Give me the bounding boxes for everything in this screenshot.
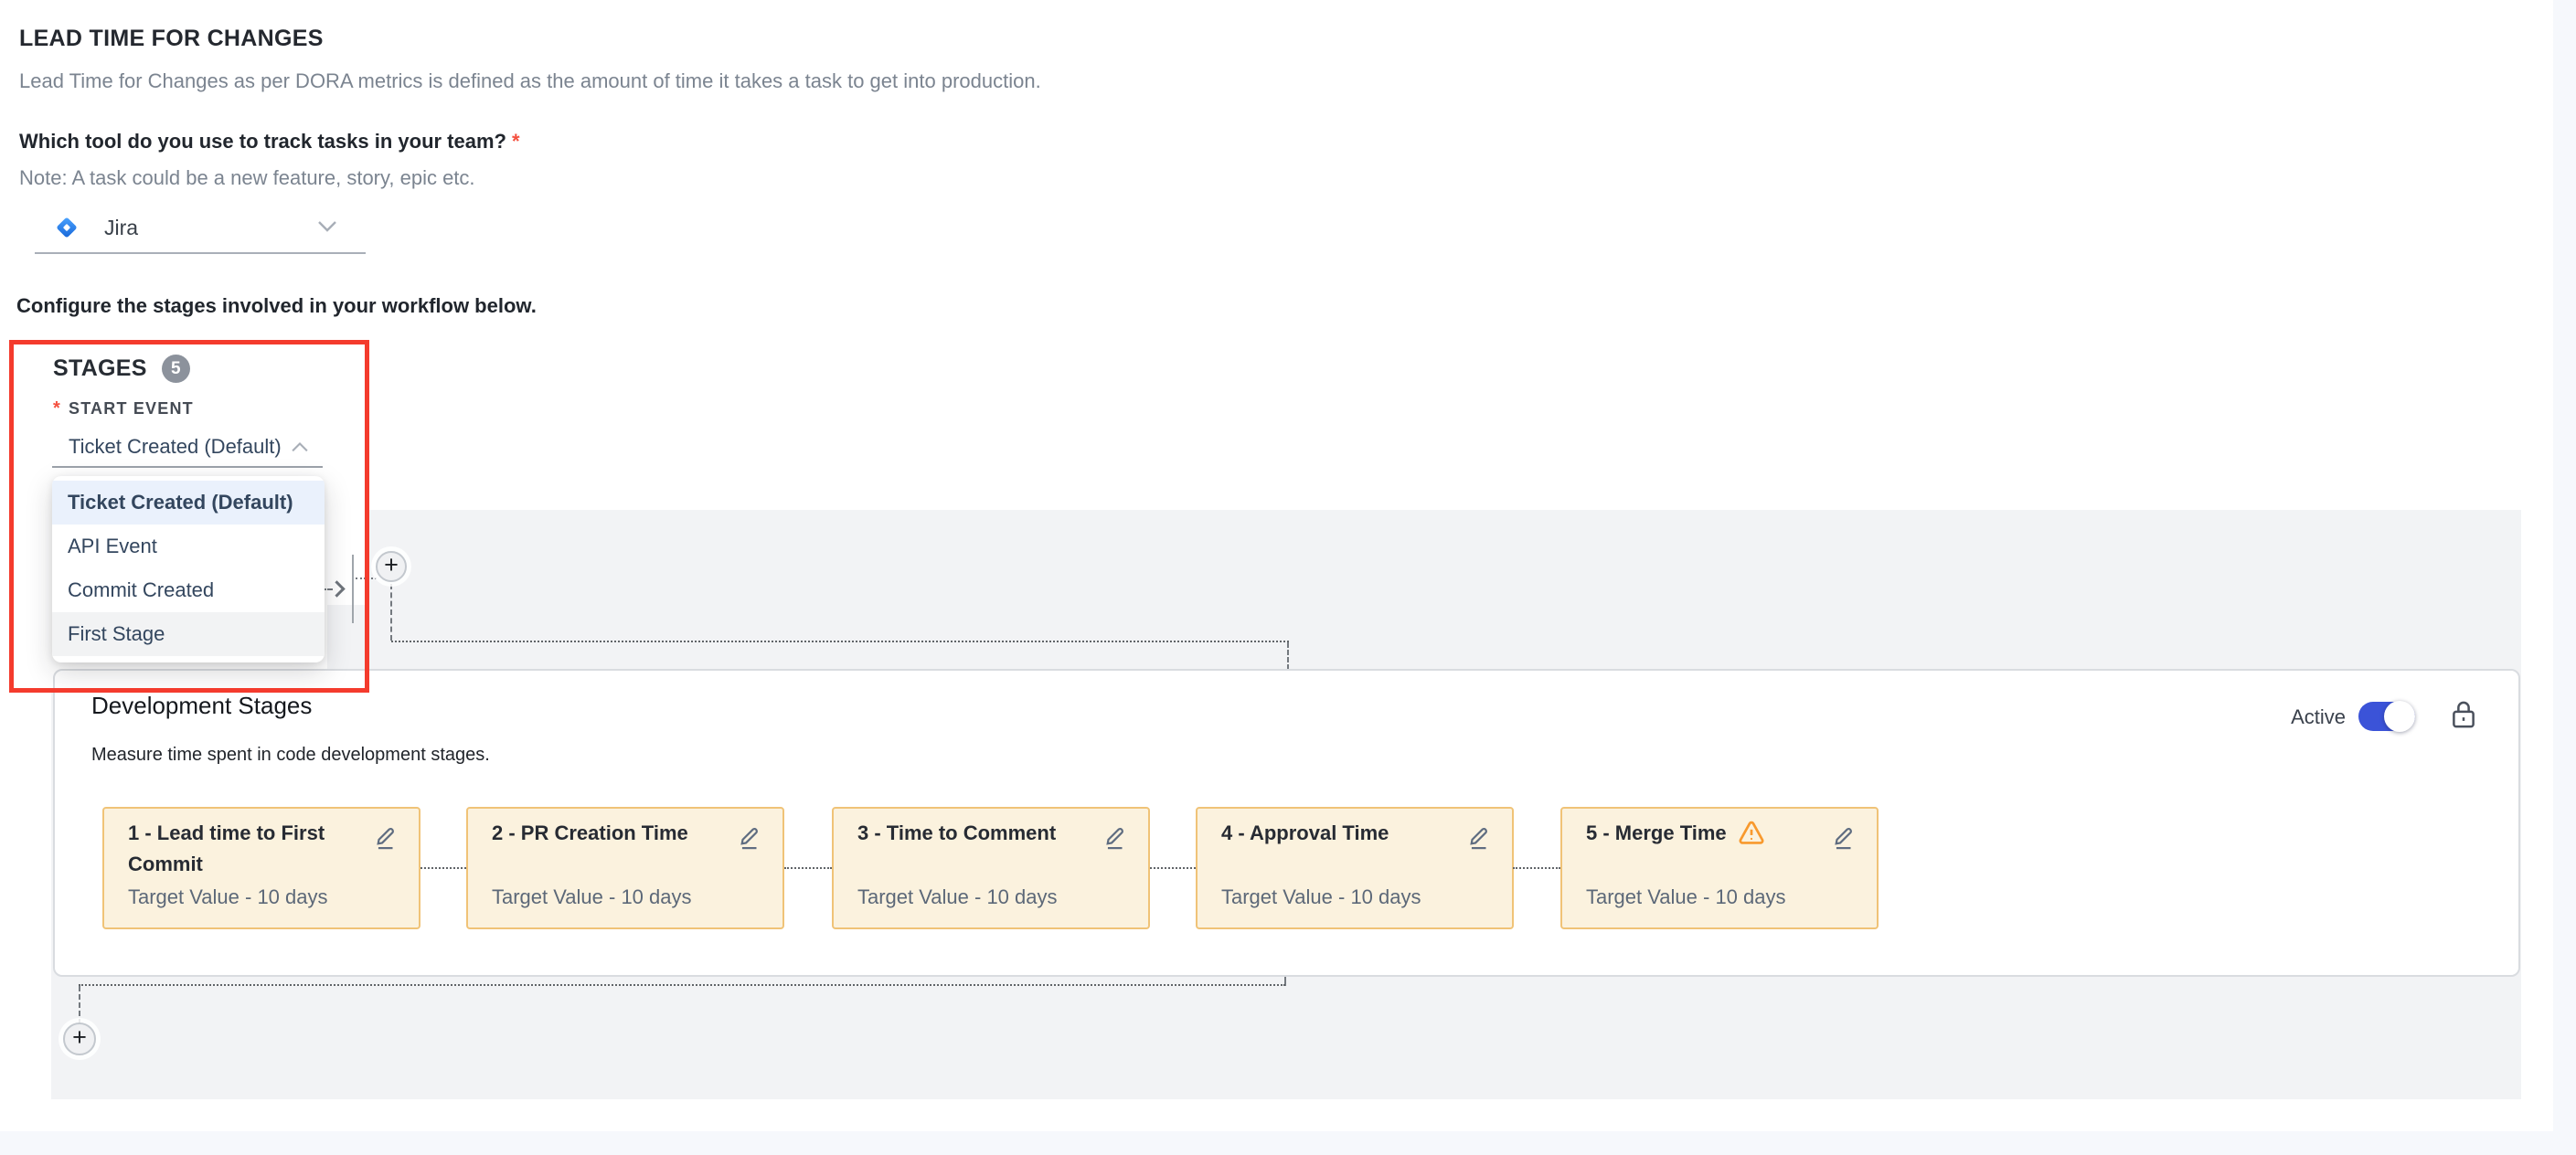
stage-card-target: Target Value - 10 days: [1221, 885, 1421, 909]
stage-card-target: Target Value - 10 days: [492, 885, 692, 909]
page-title: LEAD TIME FOR CHANGES: [19, 26, 324, 52]
add-stage-button-top[interactable]: +: [376, 551, 407, 582]
edit-icon[interactable]: [373, 823, 399, 851]
toggle-knob: [2384, 701, 2415, 732]
start-node-edge-line: [352, 555, 354, 623]
tool-question-label: Which tool do you use to track tasks in …: [19, 130, 520, 154]
stage-card-3[interactable]: 3 - Time to Comment Target Value - 10 da…: [832, 807, 1150, 929]
stage-card-title: 4 - Approval Time: [1221, 818, 1455, 849]
card-connector: [420, 867, 466, 869]
start-event-value: Ticket Created (Default): [69, 435, 282, 459]
connector-dotted-horizontal-top: [391, 641, 1289, 642]
start-event-label-text: START EVENT: [69, 399, 194, 418]
active-toggle[interactable]: [2358, 702, 2415, 731]
development-stages-heading: Development Stages: [91, 692, 312, 720]
tool-note: Note: A task could be a new feature, sto…: [19, 166, 475, 190]
development-stages-description: Measure time spent in code development s…: [91, 745, 490, 766]
stage-card-5[interactable]: 5 - Merge Time Target Value - 10 days: [1560, 807, 1879, 929]
stage-card-title: 5 - Merge Time: [1586, 818, 1820, 849]
stage-card-title-text: 3 - Time to Comment: [857, 821, 1056, 844]
stage-card-2[interactable]: 2 - PR Creation Time Target Value - 10 d…: [466, 807, 784, 929]
stages-count-badge: 5: [162, 355, 190, 383]
lead-time-config-screen: LEAD TIME FOR CHANGES Lead Time for Chan…: [0, 0, 2576, 1155]
edit-icon[interactable]: [1831, 823, 1857, 851]
stage-card-title-text: 1 - Lead time to First Commit: [128, 821, 325, 875]
menu-item-ticket-created[interactable]: Ticket Created (Default): [52, 481, 325, 525]
edit-icon[interactable]: [737, 823, 762, 851]
add-stage-button-bottom[interactable]: +: [63, 1023, 96, 1055]
card-connector: [1150, 867, 1196, 869]
task-tool-select[interactable]: Jira: [35, 203, 366, 254]
edit-icon[interactable]: [1466, 823, 1492, 851]
start-event-dropdown-menu: Ticket Created (Default) API Event Commi…: [52, 476, 325, 662]
start-event-select[interactable]: Ticket Created (Default): [52, 428, 323, 468]
stage-card-title-text: 5 - Merge Time: [1586, 821, 1727, 844]
stage-card-title: 1 - Lead time to First Commit: [128, 818, 362, 880]
warning-icon: [1738, 821, 1765, 845]
stage-card-4[interactable]: 4 - Approval Time Target Value - 10 days: [1196, 807, 1514, 929]
menu-item-api-event[interactable]: API Event: [52, 525, 325, 568]
task-tool-value: Jira: [104, 216, 138, 240]
connector-vertical-1: [390, 584, 392, 641]
chevron-up-icon: [290, 440, 310, 453]
active-status-label: Active: [2230, 705, 2346, 729]
required-asterisk: *: [53, 398, 61, 419]
stage-card-title: 3 - Time to Comment: [857, 818, 1091, 849]
start-event-label: * START EVENT: [53, 398, 194, 419]
stage-card-title: 2 - PR Creation Time: [492, 818, 726, 849]
connector-dotted-horizontal-bottom: [79, 984, 1285, 986]
card-connector: [1513, 867, 1560, 869]
tool-question-text: Which tool do you use to track tasks in …: [19, 130, 506, 153]
card-connector: [784, 867, 832, 869]
stage-card-title-text: 4 - Approval Time: [1221, 821, 1389, 844]
menu-item-commit-created[interactable]: Commit Created: [52, 568, 325, 612]
stage-card-title-text: 2 - PR Creation Time: [492, 821, 688, 844]
required-asterisk: *: [512, 130, 520, 153]
connector-vertical-4: [79, 986, 80, 1024]
stages-heading: STAGES: [53, 355, 147, 382]
configure-instruction: Configure the stages involved in your wo…: [16, 294, 537, 318]
menu-item-first-stage[interactable]: First Stage: [52, 612, 325, 656]
jira-icon: [53, 214, 80, 241]
stage-card-1[interactable]: 1 - Lead time to First Commit Target Val…: [102, 807, 420, 929]
stage-card-target: Target Value - 10 days: [1586, 885, 1786, 909]
connector-vertical-2: [1287, 642, 1289, 670]
stage-card-target: Target Value - 10 days: [857, 885, 1058, 909]
connector-dash-to-plus: [356, 578, 377, 579]
stage-card-target: Target Value - 10 days: [128, 885, 328, 909]
page-subtitle: Lead Time for Changes as per DORA metric…: [19, 69, 1041, 93]
lock-icon[interactable]: [2450, 698, 2477, 731]
chevron-down-icon: [316, 219, 338, 234]
edit-icon[interactable]: [1102, 823, 1128, 851]
stages-heading-row: STAGES 5: [53, 355, 190, 383]
